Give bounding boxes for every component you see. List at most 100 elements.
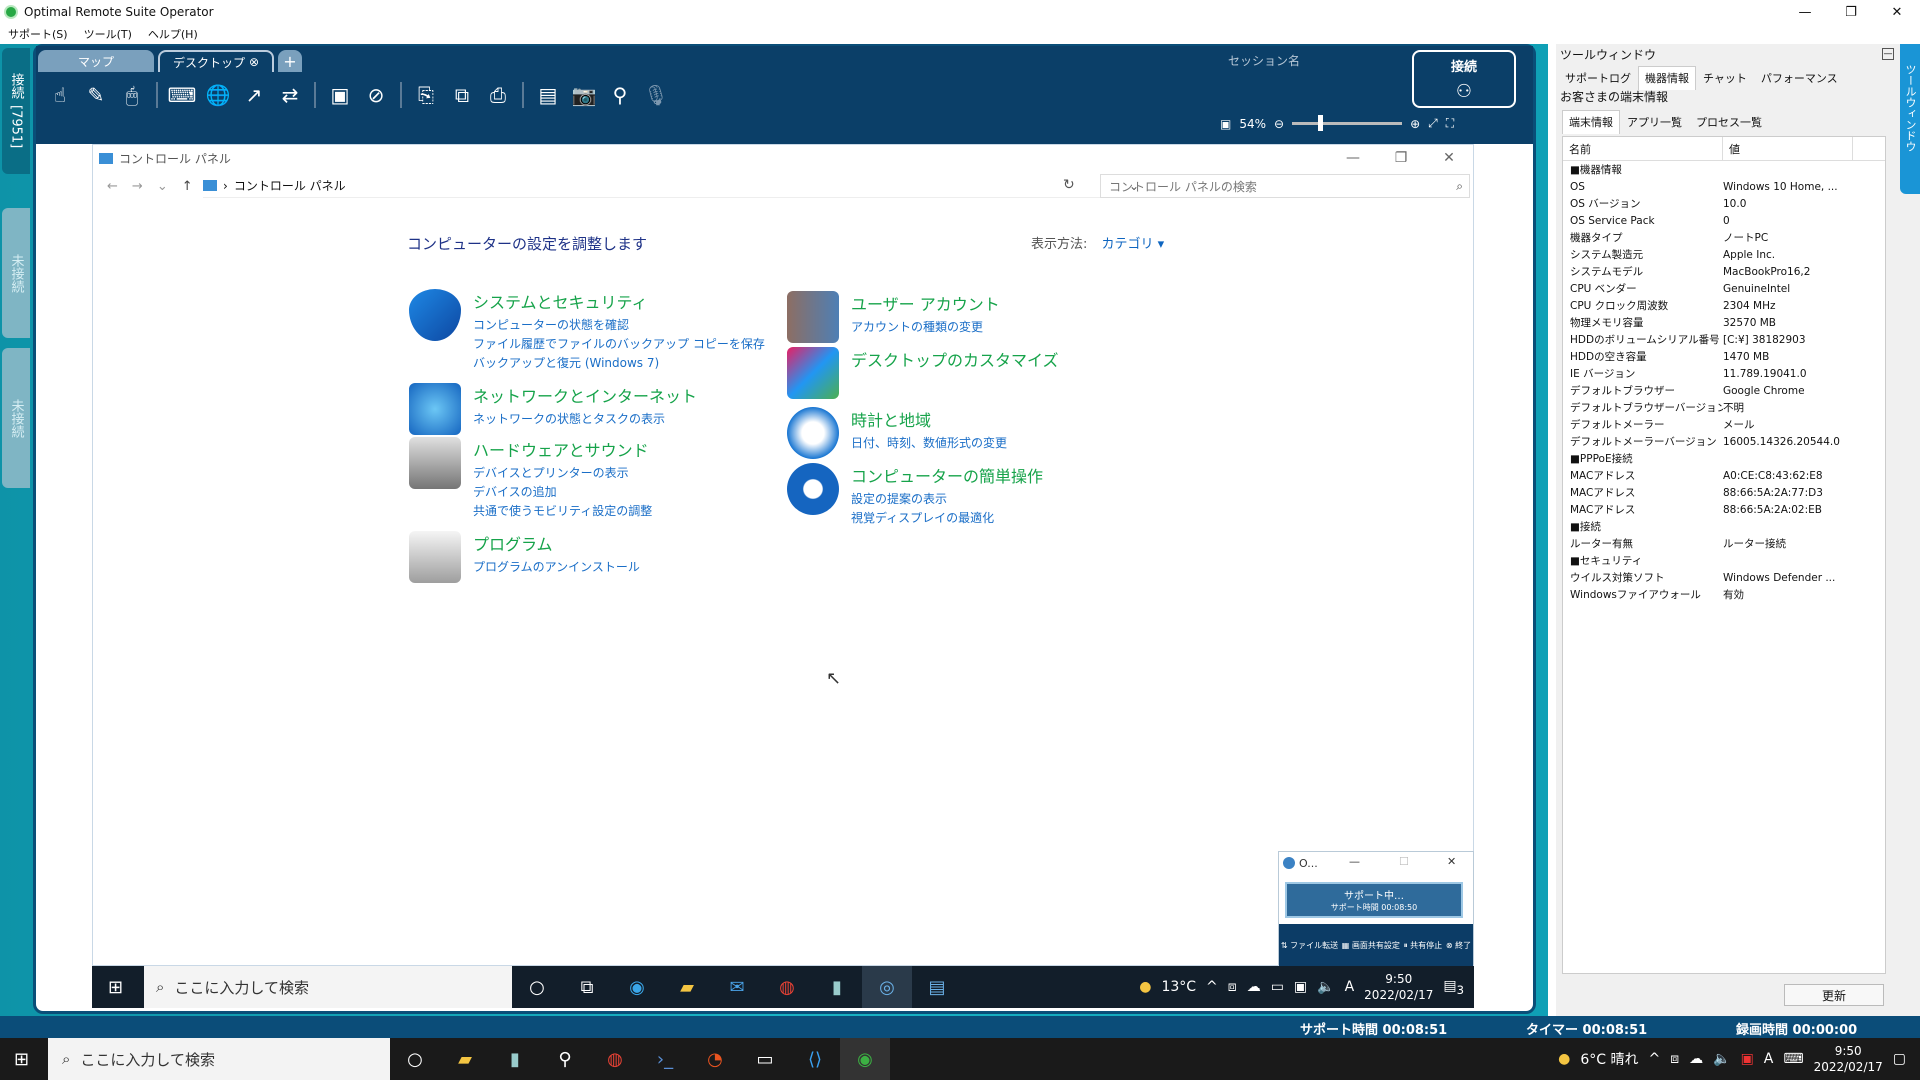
mini-minimize-button[interactable]: —	[1349, 855, 1360, 868]
end-button[interactable]: ⊗ 終了	[1446, 940, 1471, 951]
host-weather[interactable]: 6°C 晴れ	[1580, 1049, 1638, 1069]
category-link[interactable]: プログラムのアンインストール	[473, 558, 640, 577]
table-row[interactable]: ■PPPoE接続	[1563, 450, 1885, 467]
subtab-app-list[interactable]: アプリ一覧	[1620, 110, 1689, 134]
table-row[interactable]: ■セキュリティ	[1563, 552, 1885, 569]
view-by-dropdown[interactable]: カテゴリ ▾	[1102, 237, 1165, 252]
tab-desktop[interactable]: デスクトップ ⊗	[158, 50, 274, 72]
category-title[interactable]: ハードウェアとサウンド	[473, 437, 652, 461]
remote-search-box[interactable]: ⌕ ここに入力して検索	[144, 966, 512, 1008]
forward-icon[interactable]: →	[132, 179, 143, 194]
tab-device-info[interactable]: 機器情報	[1638, 66, 1696, 90]
menu-tools[interactable]: ツール(T)	[76, 24, 140, 44]
keyboard-icon[interactable]: ⌨	[166, 80, 198, 110]
security-tray-icon[interactable]: ▣	[1741, 1051, 1754, 1067]
table-row[interactable]: CPU クロック周波数 2304 MHz	[1563, 297, 1885, 314]
tray-chevron-icon[interactable]: ^	[1206, 979, 1218, 995]
remote-app-icon[interactable]: ◎	[862, 966, 912, 1008]
category-link[interactable]: 設定の提案の表示	[851, 490, 1043, 509]
tool-window-vertical-tab[interactable]: ツールウィンドウ	[1900, 44, 1920, 194]
vscode-icon[interactable]: ⟨⟩	[790, 1038, 840, 1080]
table-row[interactable]: MACアドレス A0:CE:C8:43:62:E8	[1563, 467, 1885, 484]
category-title[interactable]: ネットワークとインターネット	[473, 383, 697, 407]
explorer-icon[interactable]: ▰	[440, 1038, 490, 1080]
volume-icon[interactable]: 🔈	[1317, 979, 1334, 995]
onedrive-icon[interactable]: ☁	[1689, 1051, 1703, 1067]
cortana-icon[interactable]: ○	[390, 1038, 440, 1080]
table-row[interactable]: デフォルトメーラー メール	[1563, 416, 1885, 433]
breadcrumb[interactable]: コントロール パネル	[234, 177, 346, 194]
recent-icon[interactable]: ⌄	[157, 179, 168, 194]
mini-close-button[interactable]: ✕	[1447, 855, 1456, 868]
session-tab-connected[interactable]: 接続 [7951]	[2, 48, 30, 174]
powershell-icon[interactable]: ›_	[640, 1038, 690, 1080]
close-button[interactable]: ✕	[1874, 0, 1920, 24]
pin-icon[interactable]: —	[1882, 48, 1894, 60]
fit-window-icon[interactable]: ⤢	[1428, 116, 1438, 131]
subtab-terminal-info[interactable]: 端末情報	[1562, 110, 1620, 134]
host-clock[interactable]: 9:50 2022/02/17	[1814, 1043, 1883, 1075]
control-panel-taskbar-icon[interactable]: ▤	[912, 966, 962, 1008]
tray-chevron-icon[interactable]: ^	[1648, 1051, 1660, 1067]
onedrive-icon[interactable]: ☁	[1247, 979, 1261, 995]
web-icon[interactable]: 🌐	[202, 80, 234, 110]
maximize-button[interactable]: ❐	[1828, 0, 1874, 24]
refresh-icon[interactable]: ↻	[1063, 177, 1075, 193]
camera-icon[interactable]: 📷	[568, 80, 600, 110]
category-link[interactable]: 共通で使うモビリティ設定の調整	[473, 502, 652, 521]
notification-icon[interactable]: ▤3	[1443, 978, 1464, 997]
tab-support-log[interactable]: サポートログ	[1558, 66, 1638, 90]
session-tab-unconnected-1[interactable]: 未接続	[2, 208, 30, 338]
usb-icon[interactable]: ⚲	[604, 80, 636, 110]
fullscreen-icon[interactable]: ⛶	[1446, 116, 1454, 131]
table-row[interactable]: HDDのボリュームシリアル番号 [C:¥] 38182903	[1563, 331, 1885, 348]
column-value[interactable]: 値	[1723, 137, 1853, 160]
category-link[interactable]: アカウントの種類の変更	[851, 318, 1000, 337]
table-row[interactable]: デフォルトメーラーバージョン 16005.14326.20544.0	[1563, 433, 1885, 450]
remote-weather[interactable]: 13°C	[1161, 979, 1196, 995]
microphone-icon[interactable]: 🎙	[640, 80, 672, 110]
switch-icon[interactable]: ⇄	[274, 80, 306, 110]
connect-button[interactable]: 接続 ⚇	[1412, 50, 1516, 108]
notification-icon[interactable]: ▢	[1893, 1051, 1906, 1067]
cp-maximize-button[interactable]: ❐	[1377, 145, 1425, 171]
table-row[interactable]: ■接続	[1563, 518, 1885, 535]
table-row[interactable]: ルーター有無 ルーター接続	[1563, 535, 1885, 552]
cortana-icon[interactable]: ○	[512, 966, 562, 1008]
block-icon[interactable]: ⊘	[360, 80, 392, 110]
monitor-select-icon[interactable]: ⧉	[446, 80, 478, 110]
start-icon[interactable]: ⊞	[108, 977, 123, 998]
minimize-button[interactable]: —	[1782, 0, 1828, 24]
back-icon[interactable]: ←	[107, 179, 118, 194]
category-title[interactable]: コンピューターの簡単操作	[851, 463, 1043, 487]
mini-maximize-button[interactable]: ☐	[1399, 855, 1409, 868]
cp-close-button[interactable]: ✕	[1425, 145, 1473, 171]
category-link[interactable]: 視覚ディスプレイの最適化	[851, 509, 1043, 528]
refresh-button[interactable]: 更新	[1784, 984, 1884, 1006]
category-link[interactable]: バックアップと復元 (Windows 7)	[473, 354, 765, 373]
category-link[interactable]: デバイスとプリンターの表示	[473, 464, 652, 483]
volume-icon[interactable]: 🔈	[1713, 1051, 1730, 1067]
menu-support[interactable]: サポート(S)	[0, 24, 76, 44]
subtab-process-list[interactable]: プロセス一覧	[1689, 110, 1769, 134]
ime-indicator[interactable]: A	[1764, 1051, 1774, 1067]
table-row[interactable]: MACアドレス 88:66:5A:2A:77:D3	[1563, 484, 1885, 501]
display-off-icon[interactable]: ▣	[1220, 117, 1231, 131]
tray-app-icon[interactable]: ⧈	[1228, 979, 1237, 995]
table-row[interactable]: ウイルス対策ソフト Windows Defender ...	[1563, 569, 1885, 586]
notepad-icon[interactable]: ▮	[490, 1038, 540, 1080]
operator-app-icon[interactable]: ◉	[840, 1038, 890, 1080]
ubuntu-icon[interactable]: ◔	[690, 1038, 740, 1080]
table-row[interactable]: デフォルトブラウザーバージョン 不明	[1563, 399, 1885, 416]
menu-help[interactable]: ヘルプ(H)	[140, 24, 206, 44]
zoom-slider-thumb[interactable]	[1318, 115, 1324, 131]
task-view-icon[interactable]: ⧉	[562, 966, 612, 1008]
chrome-icon[interactable]: ◍	[762, 966, 812, 1008]
table-row[interactable]: システムモデル MacBookPro16,2	[1563, 263, 1885, 280]
add-tab-button[interactable]: +	[278, 50, 302, 72]
session-tab-unconnected-2[interactable]: 未接続	[2, 348, 30, 488]
table-row[interactable]: 機器タイプ ノートPC	[1563, 229, 1885, 246]
table-row[interactable]: OS バージョン 10.0	[1563, 195, 1885, 212]
zoom-in-icon[interactable]: ⊕	[1410, 117, 1420, 131]
category-link[interactable]: ネットワークの状態とタスクの表示	[473, 410, 697, 429]
